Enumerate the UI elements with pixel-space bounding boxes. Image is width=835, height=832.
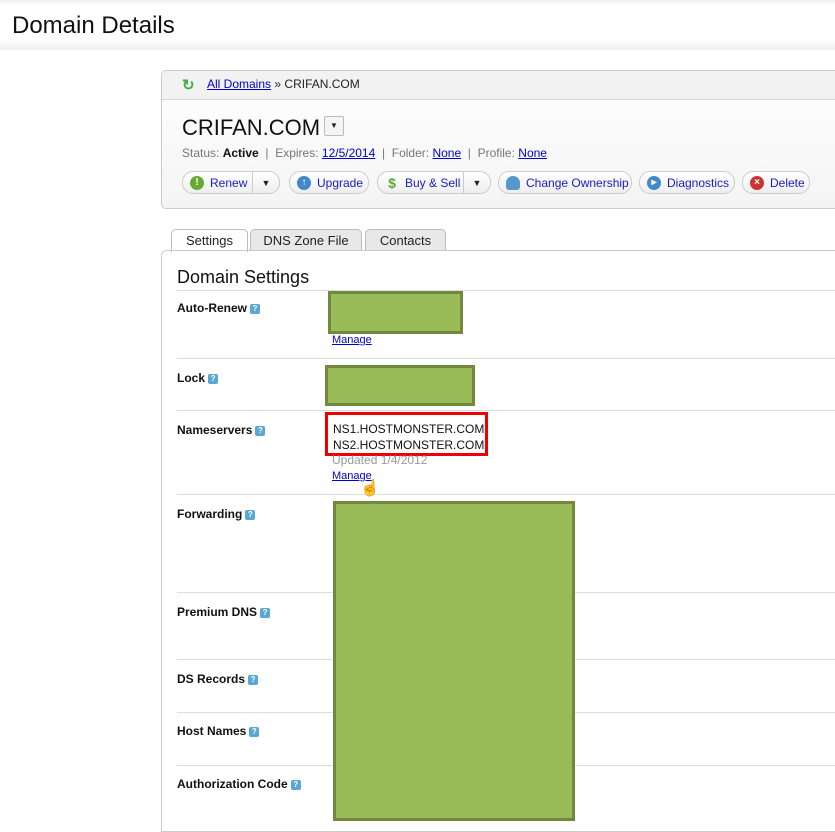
help-icon[interactable]: ?	[248, 674, 259, 685]
delete-icon: ×	[750, 175, 764, 190]
expires-link[interactable]: 12/5/2014	[322, 146, 375, 160]
domain-name: CRIFAN.COM	[182, 115, 321, 140]
nameserver-1: NS1.HOSTMONSTER.COM	[333, 422, 485, 436]
refresh-icon[interactable]: ↻	[182, 76, 195, 94]
nameserver-2: NS2.HOSTMONSTER.COM	[333, 438, 485, 452]
help-icon[interactable]: ?	[290, 779, 301, 790]
person-icon	[506, 175, 520, 190]
breadcrumb-separator: »	[274, 77, 282, 91]
renew-button[interactable]: ! Renew ▼	[182, 171, 280, 194]
help-icon[interactable]: ?	[255, 425, 266, 436]
status-value: Active	[222, 146, 259, 160]
folder-label: Folder:	[391, 146, 430, 160]
help-icon[interactable]: ?	[249, 726, 260, 737]
renew-label: Renew	[210, 175, 248, 190]
diagnostics-label: Diagnostics	[667, 175, 730, 190]
setting-forwarding: Forwarding?	[177, 507, 256, 521]
page-title: Domain Details	[12, 12, 175, 39]
profile-label: Profile:	[477, 146, 515, 160]
tab-dns-zone-file[interactable]: DNS Zone File	[250, 229, 362, 251]
domain-meta: Status: Active | Expires: 12/5/2014 | Fo…	[182, 146, 547, 160]
label: Forwarding	[177, 507, 243, 521]
setting-lock: Lock?	[177, 371, 219, 385]
profile-link[interactable]: None	[518, 146, 547, 160]
folder-link[interactable]: None	[432, 146, 461, 160]
breadcrumb-current: CRIFAN.COM	[284, 77, 360, 91]
tab-settings[interactable]: Settings	[171, 229, 248, 252]
section-title: Domain Settings	[177, 267, 310, 287]
diagnostics-button[interactable]: ▸ Diagnostics	[639, 171, 735, 194]
buy-sell-button[interactable]: $ Buy & Sell ▼	[377, 171, 491, 194]
delete-label: Delete	[770, 175, 805, 190]
label: DS Records	[177, 672, 246, 686]
setting-nameservers: Nameservers?	[177, 423, 266, 437]
setting-ds-records: DS Records?	[177, 672, 259, 686]
divider	[177, 358, 835, 359]
hand-cursor-icon: ☝	[360, 480, 380, 497]
divider	[177, 494, 835, 495]
domain-menu-dropdown[interactable]: ▼	[324, 116, 344, 136]
upgrade-label: Upgrade	[317, 175, 364, 190]
label: Nameservers	[177, 423, 253, 437]
upgrade-icon: ↑	[297, 175, 311, 190]
change-ownership-label: Change Ownership	[526, 175, 629, 190]
divider	[177, 290, 835, 291]
play-icon: ▸	[647, 175, 661, 190]
label: Authorization Code	[177, 777, 288, 791]
redacted-block	[328, 291, 463, 334]
setting-host-names: Host Names?	[177, 724, 260, 738]
delete-button[interactable]: × Delete	[742, 171, 810, 194]
setting-auto-renew: Auto-Renew?	[177, 301, 260, 315]
status-label: Status:	[182, 146, 220, 160]
label: Premium DNS	[177, 605, 258, 619]
help-icon[interactable]: ?	[260, 607, 271, 618]
redacted-block	[333, 501, 575, 821]
nameservers-highlight: NS1.HOSTMONSTER.COM NS2.HOSTMONSTER.COM	[325, 412, 488, 456]
domain-header: ↻ All Domains » CRIFAN.COM CRIFAN.COM ▼ …	[161, 70, 835, 209]
tab-contacts[interactable]: Contacts	[365, 229, 446, 251]
divider	[177, 410, 835, 411]
change-ownership-button[interactable]: Change Ownership	[498, 171, 632, 194]
renew-icon: !	[190, 175, 204, 190]
setting-premium-dns: Premium DNS?	[177, 605, 271, 619]
help-icon[interactable]: ?	[250, 303, 260, 314]
help-icon[interactable]: ?	[208, 373, 219, 384]
renew-dropdown[interactable]: ▼	[252, 172, 279, 193]
nameservers-updated: Updated 1/4/2012	[332, 453, 428, 467]
expires-label: Expires:	[275, 146, 319, 160]
label: Host Names	[177, 724, 247, 738]
auto-renew-manage-link[interactable]: Manage	[332, 334, 372, 346]
buy-sell-label: Buy & Sell	[405, 175, 461, 190]
help-icon[interactable]: ?	[245, 509, 256, 520]
upgrade-button[interactable]: ↑ Upgrade	[289, 171, 369, 194]
label: Auto-Renew	[177, 301, 247, 315]
buy-sell-dropdown[interactable]: ▼	[463, 172, 490, 193]
redacted-block	[325, 365, 475, 406]
setting-authorization-code: Authorization Code?	[177, 777, 301, 791]
dollar-icon: $	[388, 174, 396, 191]
all-domains-link[interactable]: All Domains	[207, 77, 271, 91]
label: Lock	[177, 371, 206, 385]
breadcrumb: ↻ All Domains » CRIFAN.COM	[162, 71, 835, 100]
